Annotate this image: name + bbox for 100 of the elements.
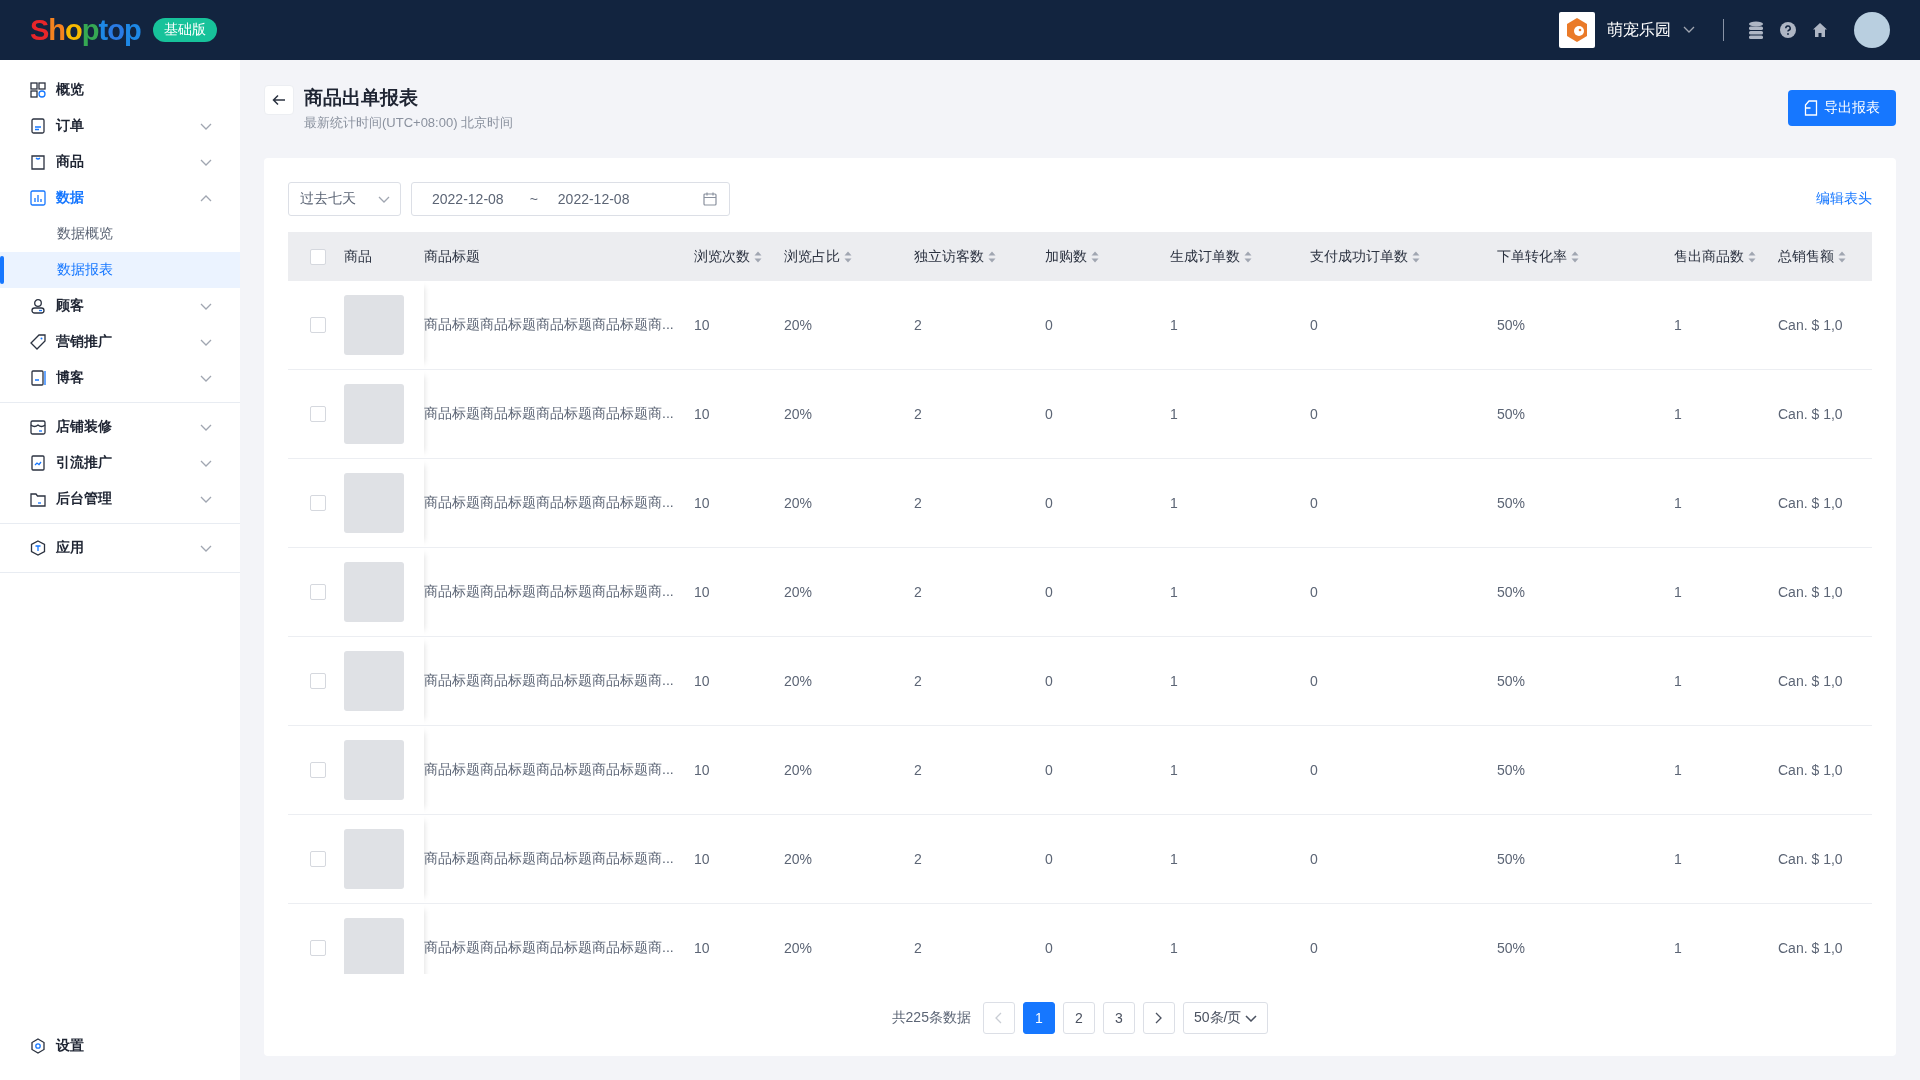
sidebar-item[interactable]: 订单	[0, 108, 240, 144]
row-checkbox[interactable]	[310, 317, 326, 333]
table-cell: 1	[1674, 673, 1682, 689]
store-name[interactable]: 萌宠乐园	[1607, 19, 1671, 41]
row-checkbox[interactable]	[310, 584, 326, 600]
table-cell: 1	[1170, 495, 1178, 511]
bar-chart-icon	[30, 190, 46, 206]
table-cell: 10	[694, 940, 710, 956]
sidebar-item[interactable]: 营销推广	[0, 324, 240, 360]
row-checkbox[interactable]	[310, 851, 326, 867]
sidebar-item[interactable]: 设置	[0, 1028, 240, 1064]
sort-icon[interactable]	[1571, 250, 1579, 263]
table-cell: 50%	[1497, 406, 1526, 422]
table-cell: 50%	[1497, 762, 1526, 778]
table-cell: 20%	[784, 673, 813, 689]
table-cell: 0	[1045, 762, 1053, 778]
column-header: 生成订单数	[1170, 247, 1240, 266]
grid-icon	[30, 82, 46, 98]
sidebar-subitem[interactable]: 数据报表	[0, 252, 240, 288]
help-icon[interactable]	[1780, 22, 1796, 38]
table-cell: 商品标题商品标题商品标题商品标题商...	[424, 761, 674, 779]
next-page-button[interactable]	[1142, 1002, 1175, 1034]
table-cell: 10	[694, 851, 710, 867]
table-cell: 商品标题商品标题商品标题商品标题商...	[424, 494, 674, 512]
table-cell: 50%	[1497, 673, 1526, 689]
sort-icon[interactable]	[1838, 250, 1846, 263]
table-cell: 50%	[1497, 851, 1526, 867]
sidebar-item[interactable]: 店铺装修	[0, 409, 240, 445]
photo-placeholder	[344, 473, 404, 533]
row-checkbox[interactable]	[310, 406, 326, 422]
sidebar-subitem[interactable]: 数据概览	[0, 216, 240, 252]
sidebar-item[interactable]: 应用	[0, 530, 240, 566]
database-icon[interactable]	[1748, 21, 1764, 39]
table-cell: 0	[1045, 406, 1053, 422]
table-cell: 商品标题商品标题商品标题商品标题商...	[424, 316, 674, 334]
total-count: 共225条数据	[891, 1009, 971, 1027]
back-button[interactable]	[264, 85, 294, 115]
column-header: 商品	[344, 247, 372, 266]
table-cell: 2	[914, 317, 922, 333]
table-cell: 0	[1310, 495, 1318, 511]
table-cell: 2	[914, 940, 922, 956]
table-cell: Can. $ 1,0	[1778, 495, 1843, 511]
table-cell: 10	[694, 317, 710, 333]
table-cell: 1	[1674, 317, 1682, 333]
sort-icon[interactable]	[1748, 250, 1756, 263]
page-button[interactable]: 3	[1102, 1002, 1135, 1034]
home-icon[interactable]	[1812, 22, 1828, 38]
table-cell: 0	[1045, 851, 1053, 867]
table-cell: 20%	[784, 406, 813, 422]
photo-placeholder	[344, 829, 404, 889]
export-button[interactable]: 导出报表	[1788, 90, 1896, 126]
sidebar-item[interactable]: 后台管理	[0, 481, 240, 517]
chevron-down-icon	[200, 459, 212, 467]
chevron-right-icon	[1155, 1012, 1163, 1024]
page-size-dropdown[interactable]: 50条/页	[1182, 1002, 1269, 1034]
chevron-down-icon	[200, 158, 212, 166]
table-cell: 1	[1674, 762, 1682, 778]
row-checkbox[interactable]	[310, 762, 326, 778]
table-cell: Can. $ 1,0	[1778, 673, 1843, 689]
table-cell: 2	[914, 851, 922, 867]
sort-icon[interactable]	[1412, 250, 1420, 263]
sort-icon[interactable]	[844, 250, 852, 263]
sidebar-item[interactable]: 概览	[0, 72, 240, 108]
sidebar-item[interactable]: 顾客	[0, 288, 240, 324]
store-logo-icon	[1559, 12, 1595, 48]
row-checkbox[interactable]	[310, 495, 326, 511]
caret-icon[interactable]	[1683, 26, 1695, 34]
table-cell: Can. $ 1,0	[1778, 406, 1843, 422]
table-cell: 商品标题商品标题商品标题商品标题商...	[424, 850, 674, 868]
sort-icon[interactable]	[754, 250, 762, 263]
edit-columns-link[interactable]: 编辑表头	[1816, 190, 1872, 208]
row-checkbox[interactable]	[310, 940, 326, 956]
table-cell: Can. $ 1,0	[1778, 762, 1843, 778]
date-range-field[interactable]: 2022-12-08 ~ 2022-12-08	[411, 182, 730, 216]
sort-icon[interactable]	[1091, 250, 1099, 263]
sort-icon[interactable]	[1244, 250, 1252, 263]
table-cell: 0	[1310, 673, 1318, 689]
range-dropdown[interactable]: 过去七天	[288, 182, 401, 216]
row-checkbox[interactable]	[310, 673, 326, 689]
table-cell: 1	[1674, 851, 1682, 867]
select-all-checkbox[interactable]	[310, 248, 326, 265]
person-icon	[30, 298, 46, 314]
table-cell: 商品标题商品标题商品标题商品标题商...	[424, 583, 674, 601]
sidebar-item[interactable]: 商品	[0, 144, 240, 180]
sidebar-item[interactable]: 引流推广	[0, 445, 240, 481]
table-cell: 10	[694, 762, 710, 778]
page-button[interactable]: 1	[1022, 1002, 1055, 1034]
sidebar-item[interactable]: 数据	[0, 180, 240, 216]
table-cell: 1	[1674, 406, 1682, 422]
sort-icon[interactable]	[988, 250, 996, 263]
table-cell: 0	[1310, 851, 1318, 867]
page-button[interactable]: 2	[1062, 1002, 1095, 1034]
table-cell: 10	[694, 673, 710, 689]
chevron-down-icon	[1245, 1014, 1258, 1022]
table-cell: 50%	[1497, 584, 1526, 600]
column-header: 独立访客数	[914, 247, 984, 266]
user-avatar[interactable]	[1854, 12, 1890, 48]
table-cell: 20%	[784, 317, 813, 333]
table-cell: 20%	[784, 495, 813, 511]
sidebar-item[interactable]: 博客	[0, 360, 240, 396]
